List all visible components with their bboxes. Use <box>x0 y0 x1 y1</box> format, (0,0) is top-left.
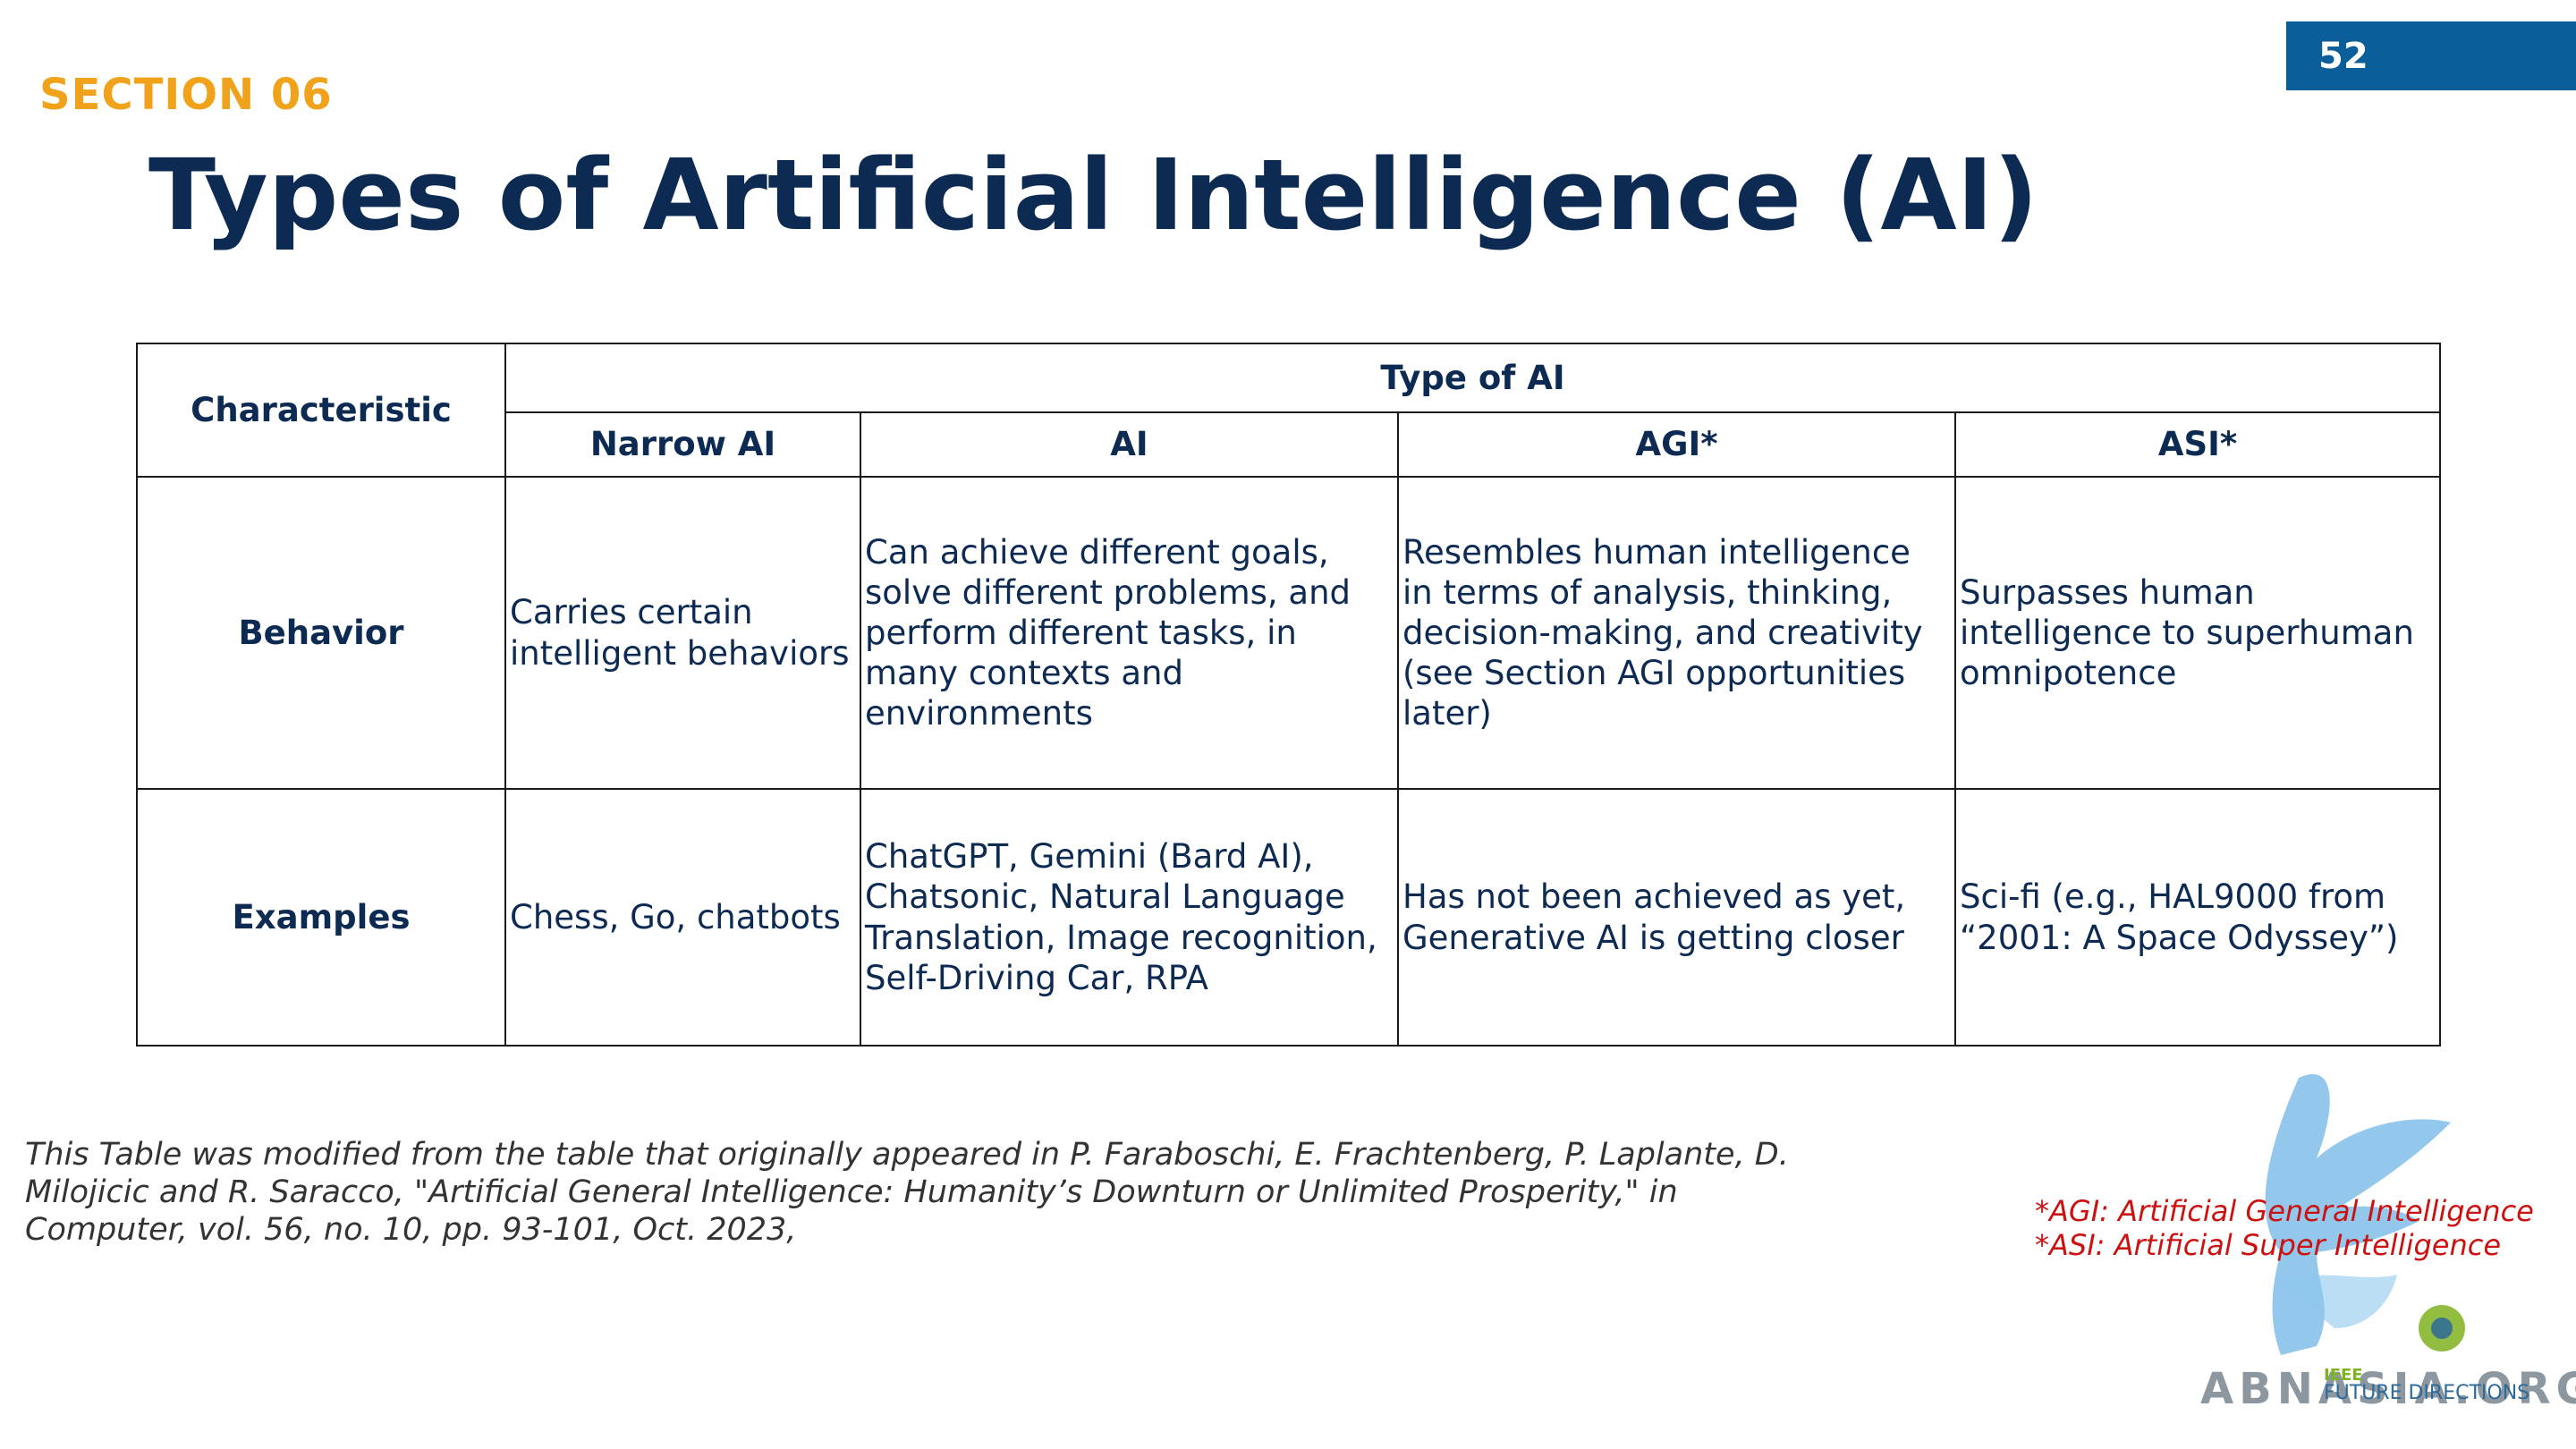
row-label-behavior: Behavior <box>136 476 506 790</box>
page-number: 52 <box>2318 35 2368 77</box>
cell-behavior-ai: Can achieve different goals, solve diffe… <box>860 476 1399 790</box>
row-label-examples: Examples <box>136 788 506 1046</box>
page-number-badge: 52 <box>2286 21 2576 90</box>
cell-examples-asi: Sci-fi (e.g., HAL9000 from “2001: A Spac… <box>1953 788 2442 1046</box>
cell-behavior-asi: Surpasses human intelligence to superhum… <box>1953 476 2442 790</box>
column-header-narrow-ai: Narrow AI <box>504 411 861 478</box>
asi-abbreviation: *ASI: Artificial Super Intelligence <box>2035 1228 2502 1262</box>
section-label: SECTION 06 <box>39 70 333 120</box>
table-row-examples: Examples Chess, Go, chatbots ChatGPT, Ge… <box>136 788 2442 1046</box>
abbreviation-notes: *AGI: Artificial General Intelligence *A… <box>2035 1194 2534 1262</box>
type-of-ai-header: Type of AI <box>504 343 2442 413</box>
table-row-behavior: Behavior Carries certain intelligent beh… <box>136 476 2442 790</box>
table-header-row: Characteristic Type of AI <box>136 343 2442 478</box>
future-directions-caption: FUTURE DIRECTIONS <box>2324 1382 2530 1404</box>
cell-behavior-narrow-ai: Carries certain intelligent behaviors <box>504 476 861 790</box>
characteristic-header: Characteristic <box>136 343 506 478</box>
agi-abbreviation: *AGI: Artificial General Intelligence <box>2035 1194 2534 1228</box>
ai-types-table: Characteristic Type of AI Narrow AI AI A… <box>136 343 2442 1046</box>
cell-examples-agi: Has not been achieved as yet, Generative… <box>1397 788 1956 1046</box>
column-header-agi: AGI* <box>1397 411 1956 478</box>
cell-examples-narrow-ai: Chess, Go, chatbots <box>504 788 861 1046</box>
cell-behavior-agi: Resembles human intelligence in terms of… <box>1397 476 1956 790</box>
slide-title: Types of Artificial Intelligence (AI) <box>148 138 2038 252</box>
column-header-asi: ASI* <box>1953 411 2442 478</box>
cell-examples-ai: ChatGPT, Gemini (Bard AI), Chatsonic, Na… <box>860 788 1399 1046</box>
source-footnote: This Table was modified from the table t… <box>25 1137 1789 1248</box>
column-header-ai: AI <box>860 411 1399 478</box>
